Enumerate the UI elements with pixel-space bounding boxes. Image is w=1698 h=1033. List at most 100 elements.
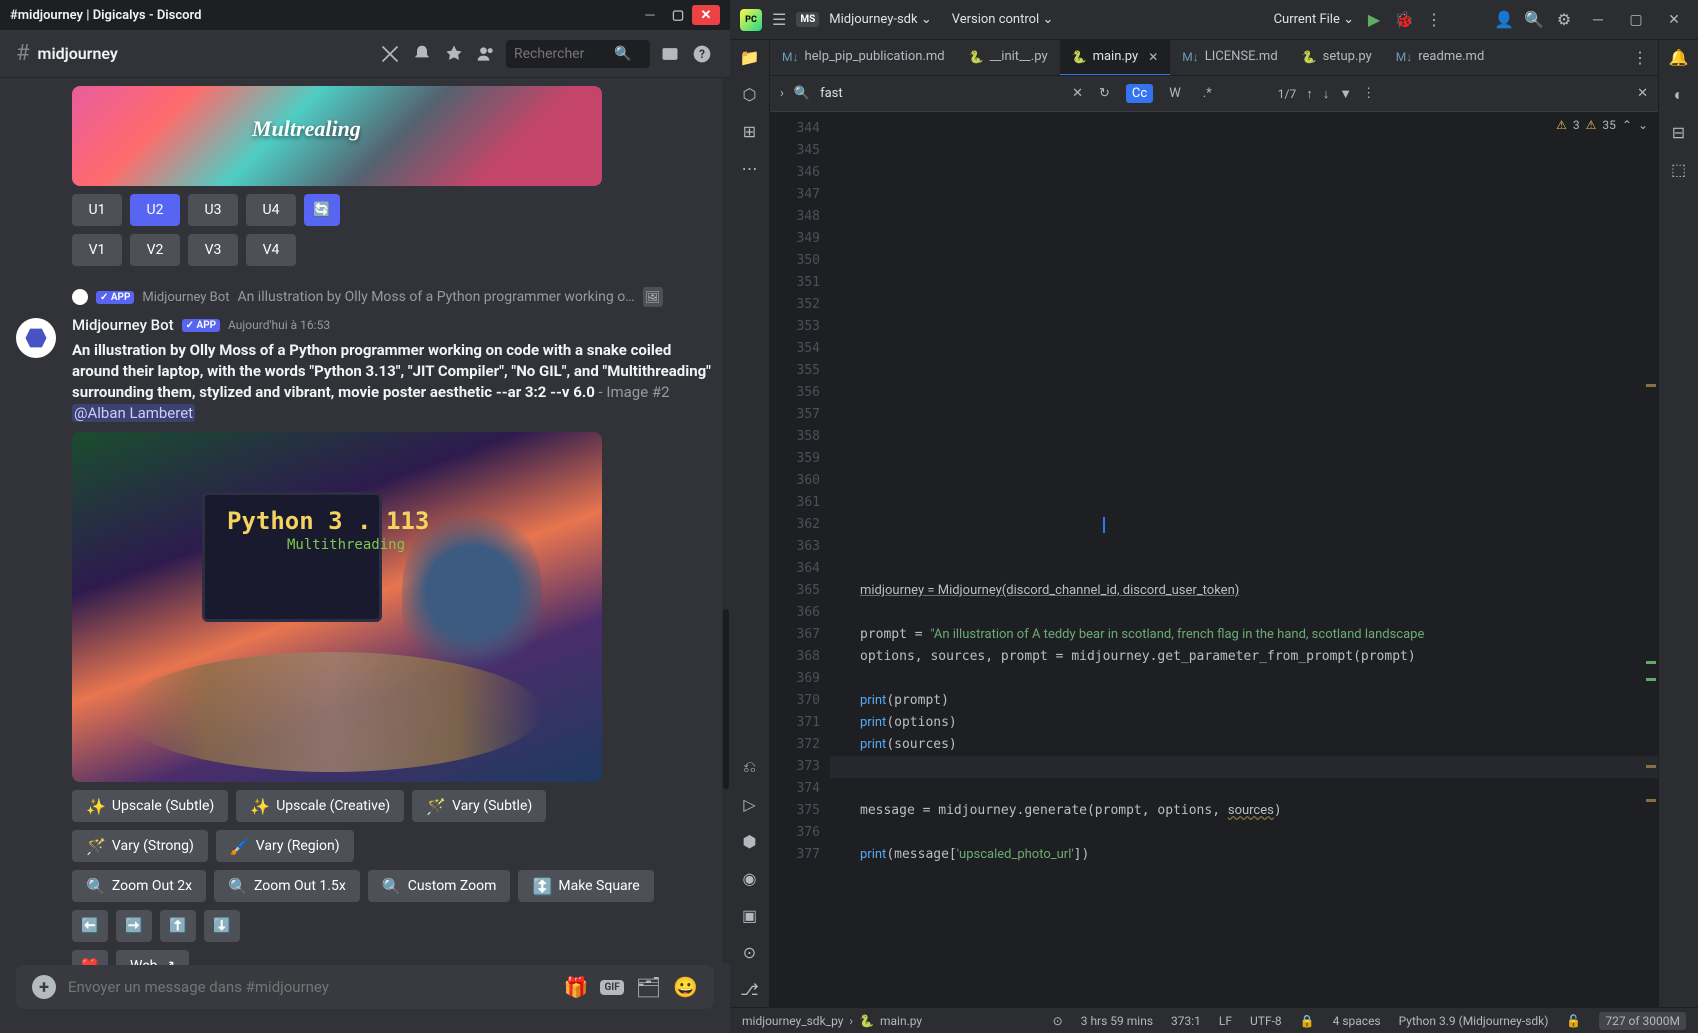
prev-match-icon[interactable]: ↑	[1306, 86, 1313, 102]
user-mention[interactable]: @Alban Lamberet	[72, 404, 195, 422]
code-content[interactable]: midjourney = Midjourney(discord_channel_…	[830, 112, 1658, 1007]
generated-image[interactable]: Python 3 . 113 Multithreading	[72, 432, 602, 782]
git-tool-icon[interactable]: ⎌	[743, 757, 756, 777]
notifications-icon[interactable]	[410, 42, 434, 66]
expand-search-icon[interactable]: ›	[780, 86, 784, 101]
search-options-icon[interactable]: ⋮	[1362, 86, 1375, 101]
version-control-menu[interactable]: Version control ⌄	[952, 12, 1054, 27]
ide-minimize-button[interactable]: ─	[1584, 11, 1612, 28]
breadcrumb[interactable]: midjourney_sdk_py › 🐍 main.py	[742, 1014, 922, 1028]
v1-button[interactable]: V1	[72, 234, 122, 266]
sticker-icon[interactable]: 🗂	[636, 975, 661, 999]
vary-strong-button[interactable]: 🪄Vary (Strong)	[72, 830, 208, 862]
ide-maximize-button[interactable]: ▢	[1622, 12, 1650, 28]
pan-left-button[interactable]: ⬅️	[72, 910, 108, 942]
message-scrollbar[interactable]	[722, 78, 730, 963]
search-input[interactable]	[514, 46, 614, 62]
tab-help-pip[interactable]: M↓help_pip_publication.md	[770, 40, 957, 76]
v3-button[interactable]: V3	[188, 234, 238, 266]
u3-button[interactable]: U3	[188, 194, 238, 226]
problems-tool-icon[interactable]: ⊙	[743, 943, 756, 962]
maximize-button[interactable]: ▢	[664, 5, 692, 25]
u1-button[interactable]: U1	[72, 194, 122, 226]
run-tool-icon[interactable]: ▷	[743, 795, 755, 814]
status-trial[interactable]: 727 of 3000M	[1599, 1012, 1686, 1030]
structure-tool-icon[interactable]: ⊞	[743, 122, 756, 141]
inspections-widget[interactable]: ⚠3 ⚠35 ⌃ ⌄	[1556, 118, 1648, 132]
commit-tool-icon[interactable]: ⬡	[743, 85, 757, 104]
v2-button[interactable]: V2	[130, 234, 180, 266]
previous-generation-image[interactable]: Multrealing	[72, 86, 602, 186]
upscale-subtle-button[interactable]: ✨Upscale (Subtle)	[72, 790, 228, 822]
make-square-button[interactable]: ↕️Make Square	[518, 870, 653, 902]
threads-icon[interactable]	[378, 42, 402, 66]
close-tab-icon[interactable]: ✕	[1148, 50, 1158, 64]
inspections-nav-down[interactable]: ⌄	[1638, 118, 1648, 132]
status-encoding[interactable]: UTF-8	[1250, 1014, 1282, 1028]
gif-button[interactable]: GIF	[600, 980, 623, 995]
inbox-icon[interactable]	[658, 42, 682, 66]
tab-main[interactable]: 🐍main.py✕	[1060, 40, 1171, 76]
database-tool-icon[interactable]: ⊟	[1672, 123, 1685, 142]
favorite-button[interactable]: ❤️	[72, 950, 108, 965]
status-uptime[interactable]: 3 hrs 59 mins	[1081, 1014, 1153, 1028]
coverage-tool-icon[interactable]: ⬚	[1671, 160, 1686, 179]
custom-zoom-button[interactable]: 🔍Custom Zoom	[368, 870, 511, 902]
tab-readme[interactable]: M↓readme.md	[1384, 40, 1497, 76]
pycharm-logo-icon[interactable]: PC	[740, 9, 762, 31]
attach-button[interactable]: +	[32, 975, 56, 999]
u2-button[interactable]: U2	[130, 194, 180, 226]
reply-reference[interactable]: ✓ APP Midjourney Bot An illustration by …	[16, 286, 714, 308]
status-line-separator[interactable]: LF	[1219, 1014, 1232, 1028]
gift-icon[interactable]: 🎁	[564, 975, 589, 999]
tab-init[interactable]: 🐍__init__.py	[957, 40, 1060, 76]
minimize-button[interactable]: ─	[636, 5, 664, 25]
project-tool-icon[interactable]: 📁	[740, 48, 760, 67]
message-input[interactable]: + 🎁 GIF 🗂 😀	[16, 965, 714, 1009]
run-button[interactable]: ▶	[1364, 10, 1384, 29]
code-with-me-icon[interactable]: 👤	[1494, 10, 1514, 29]
project-name[interactable]: Midjourney-sdk ⌄	[829, 12, 931, 27]
debug-button[interactable]: 🐞	[1394, 10, 1414, 29]
scrollbar-thumb[interactable]	[723, 609, 729, 789]
close-button[interactable]: ✕	[692, 5, 720, 25]
next-match-icon[interactable]: ↓	[1323, 86, 1330, 102]
u4-button[interactable]: U4	[246, 194, 296, 226]
vary-subtle-button[interactable]: 🪄Vary (Subtle)	[412, 790, 546, 822]
editor-minimap[interactable]	[1644, 142, 1658, 1007]
pinned-icon[interactable]	[442, 42, 466, 66]
emoji-icon[interactable]: 😀	[673, 975, 698, 999]
run-config-selector[interactable]: Current File ⌄	[1274, 12, 1354, 27]
status-interpreter[interactable]: Python 3.9 (Midjourney-sdk)	[1399, 1014, 1549, 1028]
main-menu-icon[interactable]: ☰	[772, 10, 786, 29]
readonly-icon[interactable]: 🔒	[1300, 1014, 1315, 1028]
zoom-out-15x-button[interactable]: 🔍Zoom Out 1.5x	[214, 870, 360, 902]
tabs-overflow-icon[interactable]: ⋮	[1622, 48, 1658, 67]
search-box[interactable]: 🔍	[506, 40, 650, 68]
reroll-button[interactable]: 🔄	[304, 194, 340, 226]
pan-right-button[interactable]: ➡️	[116, 910, 152, 942]
ide-close-button[interactable]: ✕	[1660, 12, 1688, 28]
status-indent[interactable]: 4 spaces	[1333, 1014, 1381, 1028]
notifications-tool-icon[interactable]: 🔔	[1669, 48, 1689, 67]
vcs-tool-icon[interactable]: ⎇	[740, 980, 758, 999]
find-input[interactable]	[820, 86, 1062, 101]
more-tools-icon[interactable]: ⋯	[742, 159, 758, 178]
previous-searches-icon[interactable]: ↻	[1093, 84, 1116, 103]
status-position[interactable]: 373:1	[1171, 1014, 1201, 1028]
tab-license[interactable]: M↓LICENSE.md	[1170, 40, 1289, 76]
filter-icon[interactable]: ▼	[1339, 86, 1352, 102]
tab-setup[interactable]: 🐍setup.py	[1290, 40, 1384, 76]
web-button[interactable]: Web ↗	[116, 950, 189, 965]
code-editor[interactable]: ⚠3 ⚠35 ⌃ ⌄ 344 345 346 347 348 349 350 3…	[770, 112, 1658, 1007]
zoom-out-2x-button[interactable]: 🔍Zoom Out 2x	[72, 870, 206, 902]
v4-button[interactable]: V4	[246, 234, 296, 266]
match-case-toggle[interactable]: Cc	[1126, 84, 1153, 103]
clear-search-icon[interactable]: ✕	[1072, 86, 1083, 101]
ai-assistant-icon[interactable]: ◐	[1674, 85, 1684, 105]
more-actions-icon[interactable]: ⋮	[1424, 10, 1444, 29]
settings-icon[interactable]: ⚙	[1554, 10, 1574, 29]
lock-icon[interactable]: 🔓	[1566, 1014, 1581, 1028]
pan-down-button[interactable]: ⬇️	[204, 910, 240, 942]
search-everywhere-icon[interactable]: 🔍	[1524, 10, 1544, 29]
